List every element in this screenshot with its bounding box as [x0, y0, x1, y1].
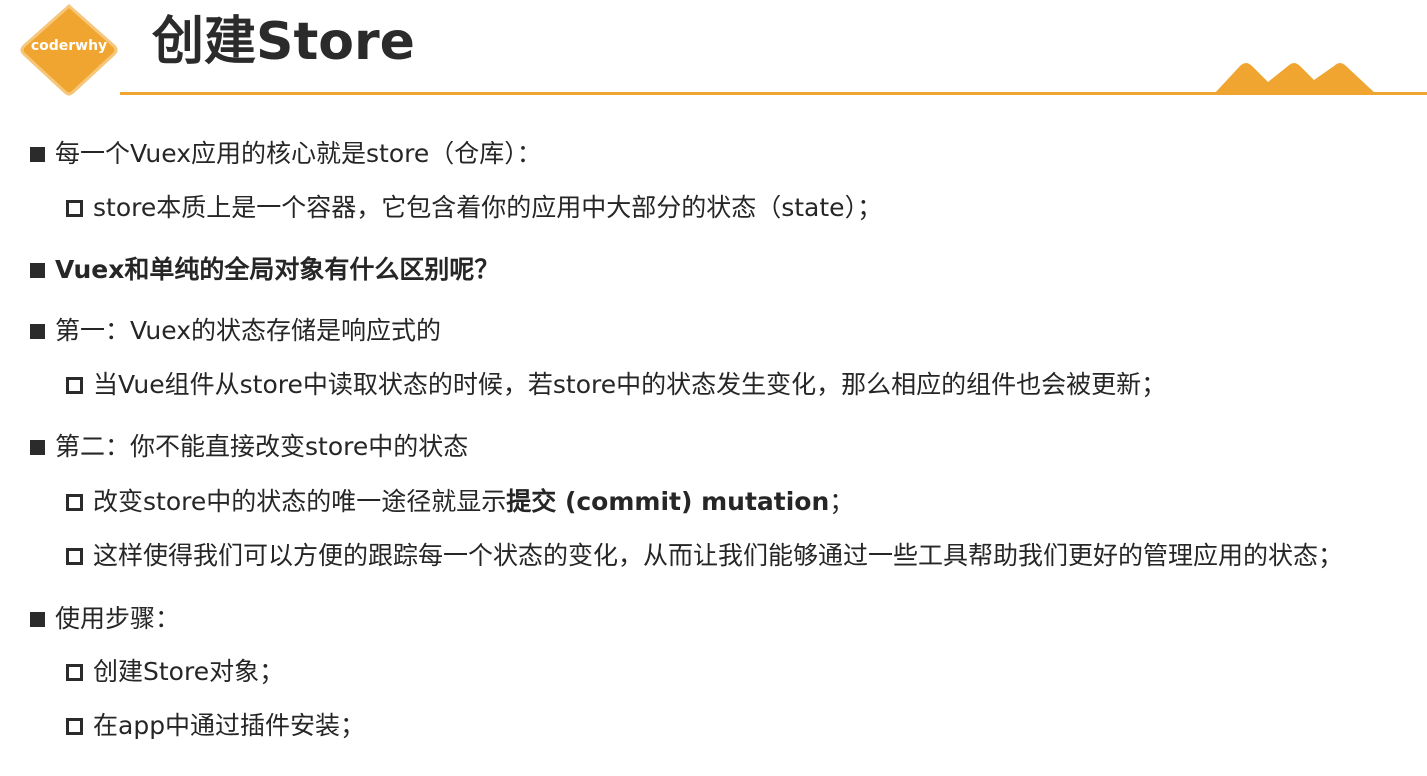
list-item-text: 第一：Vuex的状态存储是响应式的 [55, 316, 441, 345]
filled-square-bullet-icon [30, 439, 45, 455]
list-item: 使用步骤： [30, 602, 180, 636]
list-item: 当Vue组件从store中读取状态的时候，若store中的状态发生变化，那么相应… [66, 368, 1166, 402]
list-item-text: 创建Store对象； [93, 657, 285, 686]
hollow-square-bullet-icon [66, 717, 83, 735]
list-item-text: 每一个Vuex应用的核心就是store（仓库）： [55, 139, 542, 168]
logo-text: coderwhy [30, 38, 108, 54]
list-item: 在app中通过插件安装； [66, 709, 365, 743]
filled-square-bullet-icon [30, 323, 45, 339]
list-item: Vuex和单纯的全局对象有什么区别呢？ [30, 253, 499, 287]
hollow-square-bullet-icon [66, 493, 83, 511]
list-item-text: 在app中通过插件安装； [93, 711, 366, 740]
list-item-text: 这样使得我们可以方便的跟踪每一个状态的变化，从而让我们能够通过一些工具帮助我们更… [93, 541, 1344, 570]
mountains-decoration-icon [1214, 63, 1376, 94]
coderwhy-logo: coderwhy [18, 2, 120, 98]
list-item-text-after: ； [829, 487, 855, 516]
hollow-square-bullet-icon [66, 547, 83, 565]
hollow-square-bullet-icon [66, 663, 83, 681]
list-item: 改变store中的状态的唯一途径就显示 提交 (commit) mutation； [66, 485, 854, 519]
list-item: 这样使得我们可以方便的跟踪每一个状态的变化，从而让我们能够通过一些工具帮助我们更… [66, 539, 1343, 573]
list-item-text-bold: 提交 (commit) mutation [506, 487, 830, 516]
list-item-text-before: 改变store中的状态的唯一途径就显示 [93, 487, 507, 516]
filled-square-bullet-icon [30, 146, 45, 162]
page-title: 创建Store [152, 12, 415, 72]
list-item: 第二：你不能直接改变store中的状态 [30, 430, 468, 464]
list-item: 第一：Vuex的状态存储是响应式的 [30, 314, 441, 348]
filled-square-bullet-icon [30, 611, 45, 627]
hollow-square-bullet-icon [66, 199, 83, 217]
list-item-text: 使用步骤： [55, 604, 181, 633]
hollow-square-bullet-icon [66, 376, 83, 394]
list-item-text: Vuex和单纯的全局对象有什么区别呢？ [55, 255, 500, 284]
list-item: store本质上是一个容器，它包含着你的应用中大部分的状态（state）； [66, 191, 882, 225]
filled-square-bullet-icon [30, 262, 45, 278]
slide-header: coderwhy 创建Store [0, 0, 1427, 100]
list-item: 创建Store对象； [66, 655, 284, 689]
list-item-text: 当Vue组件从store中读取状态的时候，若store中的状态发生变化，那么相应… [93, 370, 1167, 399]
list-item-text: store本质上是一个容器，它包含着你的应用中大部分的状态（state）； [93, 193, 883, 222]
list-item-text: 第二：你不能直接改变store中的状态 [55, 432, 469, 461]
list-item: 每一个Vuex应用的核心就是store（仓库）： [30, 137, 542, 171]
header-divider [120, 92, 1427, 95]
